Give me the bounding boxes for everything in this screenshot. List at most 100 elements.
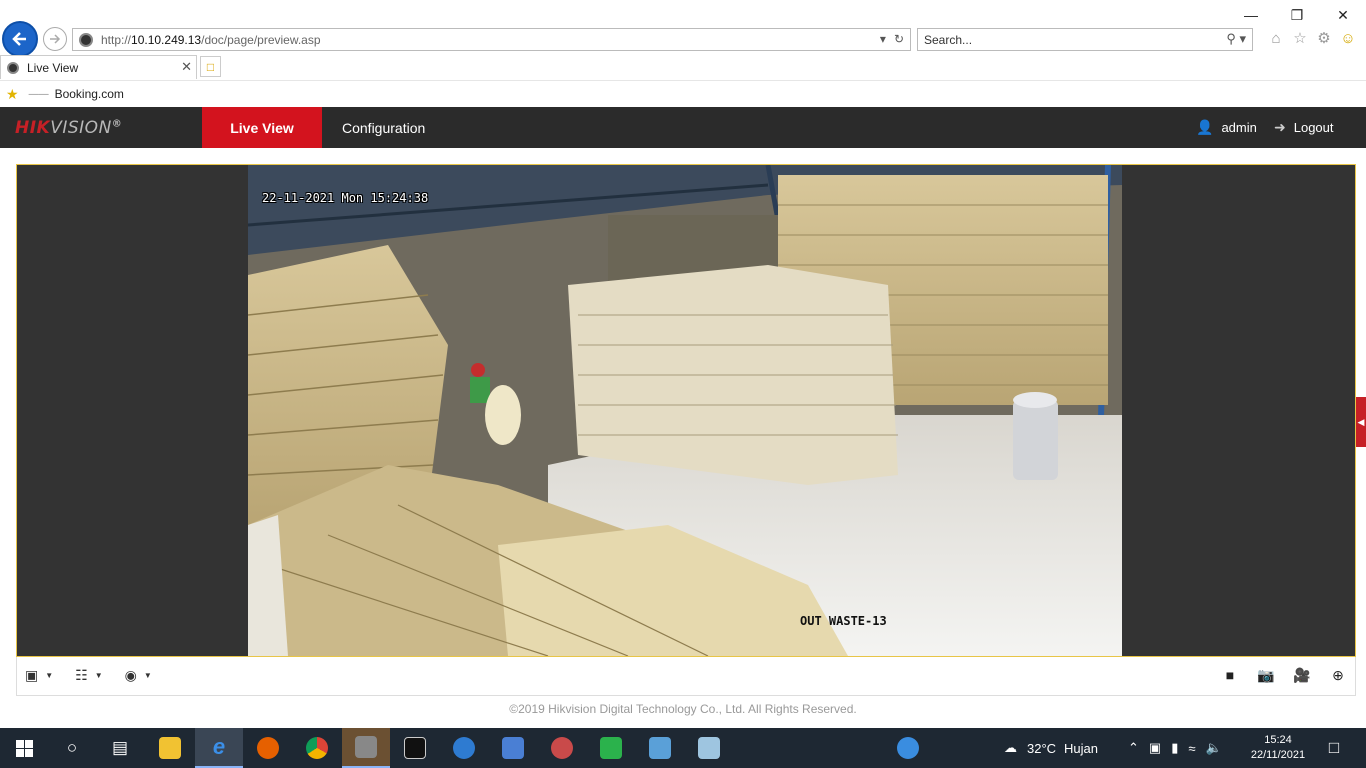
osd-datetime: 22-11-2021 Mon 15:24:38	[262, 191, 429, 205]
task-view-icon[interactable]: ▤	[96, 728, 144, 768]
home-icon[interactable]: ⌂	[1267, 29, 1285, 47]
battery-icon[interactable]: ▮	[1171, 740, 1178, 756]
toolbar-right: ■ 📷 🎥 ⊕	[1221, 666, 1347, 684]
firefox-icon[interactable]	[244, 728, 292, 768]
weather-temp: 32°C	[1027, 740, 1057, 756]
logout-icon: ➜	[1274, 119, 1286, 135]
system-clock[interactable]: 15:24 22/11/2021	[1248, 733, 1308, 763]
user-menu[interactable]: 👤 admin	[1196, 107, 1257, 148]
refresh-icon[interactable]: ↻	[894, 32, 904, 46]
url-prefix: http://	[101, 32, 132, 47]
chevron-down-icon: ▼	[94, 671, 103, 680]
volume-icon[interactable]: 🔈	[1206, 740, 1222, 756]
app-red-icon[interactable]	[538, 728, 586, 768]
search-input[interactable]: Search... ⚲ ▾	[917, 28, 1253, 51]
plugin-icon: ◉	[124, 667, 137, 683]
notification-icon[interactable]: □	[1310, 728, 1358, 768]
app-header: HIKVISION® Live View Configuration 👤 adm…	[0, 107, 1366, 148]
address-bar[interactable]: http://10.10.249.13/doc/page/preview.asp…	[72, 28, 911, 51]
chrome-icon[interactable]	[293, 728, 341, 768]
stream-type-button[interactable]: ☷ ▼	[75, 667, 102, 684]
zoom-icon[interactable]: ⊕	[1329, 666, 1347, 684]
forward-button[interactable]	[43, 27, 67, 51]
url-host: 10.10.249.13	[131, 32, 202, 47]
live-view-toolbar: ▣ ▼ ☷ ▼ ◉ ▼ ■ 📷 🎥 ⊕	[16, 657, 1356, 696]
wifi-icon[interactable]: ≈	[1188, 741, 1195, 756]
camera-video-feed[interactable]: 22-11-2021 Mon 15:24:38 OUT WASTE-13	[248, 165, 1122, 656]
network-tool-icon[interactable]	[342, 728, 390, 768]
weather-widget[interactable]: ☁ 32°C Hujan	[1004, 728, 1098, 768]
toolbar-left: ▣ ▼ ☷ ▼ ◉ ▼	[25, 667, 152, 684]
restore-icon[interactable]: ❐	[1274, 4, 1320, 26]
stream-type-icon: ☷	[75, 667, 88, 683]
ptz-panel-toggle[interactable]: ◀	[1356, 397, 1366, 447]
file-explorer-icon[interactable]	[146, 728, 194, 768]
stop-all-icon[interactable]: ■	[1221, 666, 1239, 684]
window-controls: — ❐ ✕	[1228, 4, 1366, 26]
new-tab-button[interactable]: □	[200, 56, 221, 77]
logo-hik: HIK	[15, 118, 51, 138]
chevron-down-icon: ▼	[45, 671, 54, 680]
app-green-icon[interactable]	[587, 728, 635, 768]
windows-taskbar: ○ ▤ e ☁ 32°C Hujan ⌃ ▣ ▮ ≈ 🔈 15:24 22/11…	[0, 728, 1366, 768]
internet-explorer-icon[interactable]: e	[195, 728, 243, 768]
osd-channel-name: OUT WASTE-13	[800, 614, 887, 628]
browser-chrome: — ❐ ✕ http://10.10.249.13/doc/page/previ…	[0, 0, 1366, 107]
favorite-booking[interactable]: Booking.com	[55, 87, 124, 101]
back-button[interactable]	[2, 21, 38, 57]
logout-label: Logout	[1293, 120, 1334, 135]
favorite-site-icon: ——	[28, 88, 49, 100]
help-icon[interactable]	[884, 728, 932, 768]
tab-live-view[interactable]: Live View ✕	[0, 55, 197, 79]
user-icon: 👤	[1196, 119, 1214, 135]
favorites-star-icon[interactable]: ★	[6, 86, 19, 103]
favorites-bar: ★ —— Booking.com	[0, 80, 1366, 107]
cloud-rain-icon: ☁	[1004, 740, 1017, 755]
nav-configuration[interactable]: Configuration	[342, 107, 425, 148]
forward-arrow-icon	[50, 34, 61, 44]
chevron-down-icon: ▼	[143, 671, 152, 680]
start-button[interactable]	[0, 728, 48, 768]
close-window-icon[interactable]: ✕	[1320, 4, 1366, 26]
hikvision-logo: HIKVISION®	[15, 118, 122, 138]
logo-reg: ®	[111, 118, 123, 130]
app-notes-icon[interactable]	[685, 728, 733, 768]
capture-icon[interactable]: 📷	[1257, 666, 1275, 684]
gear-icon[interactable]: ⚙	[1315, 29, 1333, 47]
copyright-text: ©2019 Hikvision Digital Technology Co., …	[509, 702, 857, 716]
username: admin	[1221, 120, 1257, 135]
window-layout-icon: ▣	[25, 667, 39, 683]
window-layout-button[interactable]: ▣ ▼	[25, 667, 53, 684]
meet-now-icon[interactable]: ▣	[1149, 740, 1161, 756]
browser-toolbar-icons: ⌂ ☆ ⚙ ☺	[1267, 29, 1357, 48]
back-arrow-icon	[12, 32, 26, 46]
url-path: /doc/page/preview.asp	[201, 32, 321, 47]
windows-logo-icon	[15, 739, 33, 757]
weather-text: Hujan	[1064, 740, 1099, 756]
tab-title: Live View	[27, 60, 79, 75]
logout-button[interactable]: ➜ Logout	[1274, 107, 1334, 148]
site-icon	[79, 32, 93, 47]
minimize-icon[interactable]: —	[1228, 4, 1274, 26]
search-taskbar-icon[interactable]: ○	[48, 728, 96, 768]
address-actions: ▾ ↻	[880, 32, 904, 46]
search-placeholder: Search...	[924, 32, 973, 47]
remote-desktop-icon[interactable]	[489, 728, 537, 768]
app-blue-icon[interactable]	[440, 728, 488, 768]
system-tray: ⌃ ▣ ▮ ≈ 🔈	[1128, 728, 1222, 768]
record-icon[interactable]: 🎥	[1293, 666, 1311, 684]
star-icon[interactable]: ☆	[1291, 29, 1309, 47]
dropdown-icon[interactable]: ▾	[880, 32, 886, 46]
app-window-icon[interactable]	[636, 728, 684, 768]
terminal-icon[interactable]	[391, 728, 439, 768]
clock-time: 15:24	[1264, 734, 1292, 746]
smiley-icon[interactable]: ☺	[1339, 29, 1357, 47]
plugin-button[interactable]: ◉ ▼	[125, 667, 152, 684]
search-icon[interactable]: ⚲ ▾	[1226, 31, 1246, 47]
nav-live-view[interactable]: Live View	[202, 107, 322, 148]
logo-vision: VISION	[50, 118, 112, 138]
warehouse-scene	[248, 165, 1122, 656]
tab-close-icon[interactable]: ✕	[181, 59, 192, 75]
tab-site-icon	[7, 61, 19, 74]
chevron-up-icon[interactable]: ⌃	[1128, 740, 1139, 756]
